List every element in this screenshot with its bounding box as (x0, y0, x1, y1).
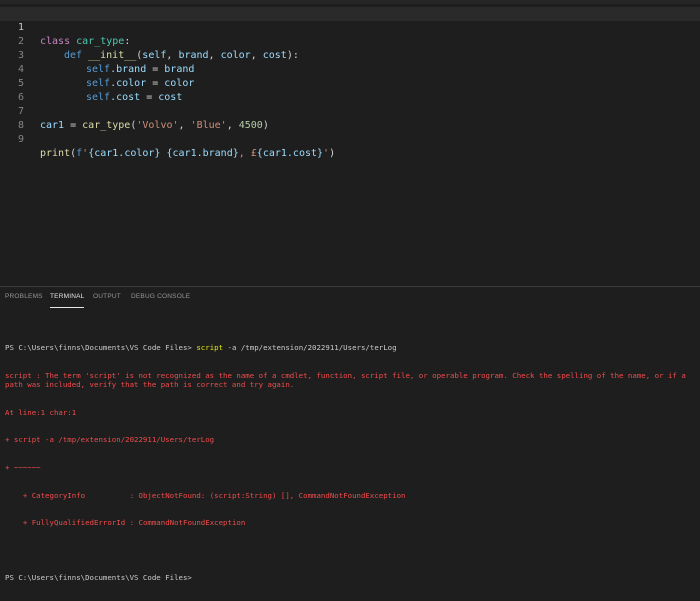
tab-debug-console[interactable]: DEBUG CONSOLE (131, 293, 190, 307)
terminal-error: script : The term 'script' is not recogn… (5, 371, 691, 390)
terminal-error: + script -a /tmp/extension/2022911/Users… (5, 435, 215, 445)
terminal-prompt: PS C:\Users\finns\Documents\VS Code File… (5, 573, 197, 583)
terminal-command-line: PS C:\Users\finns\Documents\VS Code File… (5, 343, 695, 352)
fstring-expr: {car1.color} (88, 148, 161, 159)
fstring-expr: {car1.brand} (166, 148, 239, 159)
terminal-prompt: PS C:\Users\finns\Documents\VS Code File… (5, 343, 197, 353)
code-line-9[interactable]: 9 print(f'{car1.color} {car1.brand}, £{c… (0, 119, 700, 159)
string: , £ (238, 148, 257, 159)
code-line-5[interactable]: 5 self.cost = cost (0, 63, 700, 103)
terminal-error: + CategoryInfo : ObjectNotFound: (script… (5, 490, 406, 500)
fstring-expr: {car1.cost} (256, 148, 324, 159)
function-call: print (40, 148, 71, 159)
tab-problems[interactable]: PROBLEMS (5, 293, 43, 307)
terminal-error: + ~~~~~~ (5, 463, 41, 473)
punct: ) (329, 148, 336, 159)
terminal-command: script (196, 343, 224, 353)
terminal-output[interactable]: PS C:\Users\finns\Documents\VS Code File… (5, 325, 695, 601)
code-line-2[interactable]: 2 def __init__(self, brand, color, cost)… (0, 21, 700, 61)
tab-output[interactable]: OUTPUT (93, 293, 121, 307)
terminal-prompt-line: PS C:\Users\finns\Documents\VS Code File… (5, 573, 695, 582)
code-line-4[interactable]: 4 self.color = color (0, 49, 700, 89)
terminal-args: -a /tmp/extension/2022911/Users/terLog (223, 343, 397, 353)
code-line-8[interactable]: 8 (0, 105, 700, 131)
code-line-7[interactable]: 7 car1 = car_type('Volvo', 'Blue', 4500) (0, 91, 700, 131)
terminal-error: + FullyQualifiedErrorId : CommandNotFoun… (5, 518, 246, 528)
bottom-panel: PROBLEMS TERMINAL OUTPUT DEBUG CONSOLE P… (0, 286, 700, 582)
code-text: print(f'{car1.color} {car1.brand}, £{car… (40, 147, 335, 161)
tab-terminal[interactable]: TERMINAL (50, 293, 85, 308)
panel-tabs: PROBLEMS TERMINAL OUTPUT DEBUG CONSOLE (0, 287, 700, 309)
terminal-error: At line:1 char:1 (5, 407, 77, 417)
code-line-6[interactable]: 6 (0, 77, 700, 103)
code-line-1[interactable]: 1 class car_type: (0, 7, 700, 47)
line-number: 9 (17, 134, 24, 145)
code-editor[interactable]: 1 class car_type: 2 def __init__(self, b… (0, 4, 700, 286)
code-line-3[interactable]: 3 self.brand = brand (0, 35, 700, 75)
